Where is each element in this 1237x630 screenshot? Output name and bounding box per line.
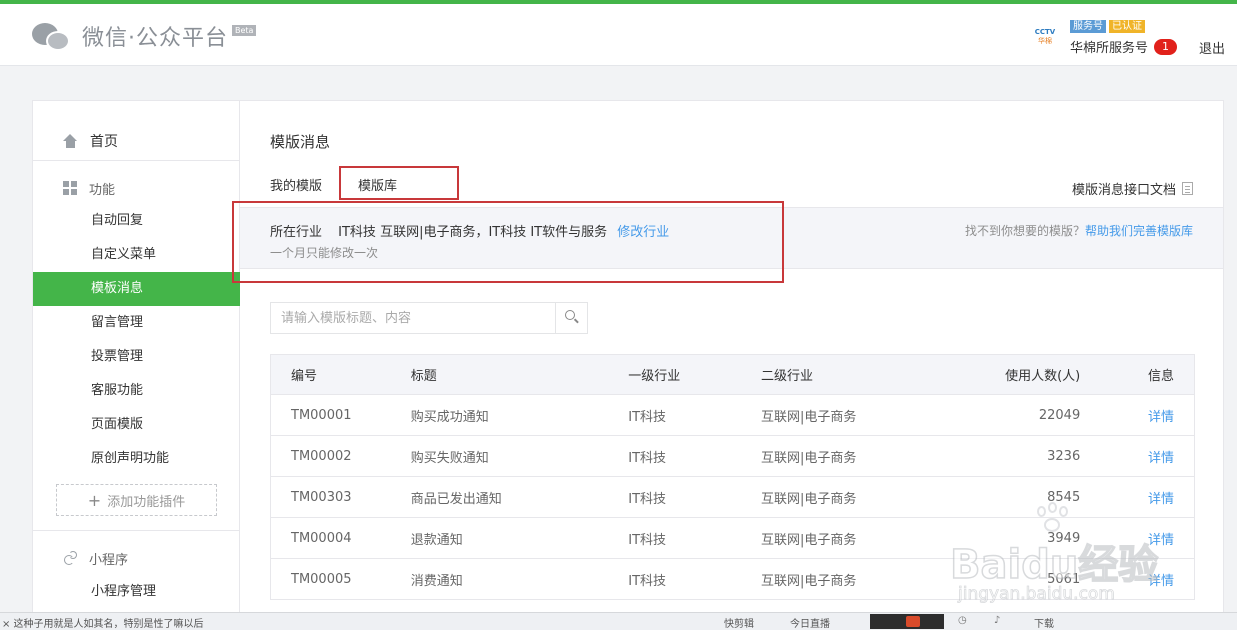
sidebar-item-miniprogram-management[interactable]: 小程序管理 [33, 575, 240, 609]
detail-link[interactable]: 详情 [1148, 533, 1174, 548]
template-id: TM00004 [291, 530, 352, 546]
sidebar-item-template-message[interactable]: 模板消息 [33, 272, 240, 306]
grid-icon [63, 181, 77, 195]
search-box [270, 302, 588, 334]
table-row: TM00303 商品已发出通知 IT科技 互联网|电子商务 8545 详情 [270, 477, 1195, 518]
home-icon [63, 133, 78, 148]
template-title: 消费通知 [410, 573, 463, 589]
content-area: 模版消息 我的模版 模版库 模版消息接口文档 所在行业 IT科技 互联网|电子商… [232, 101, 1223, 629]
industry-primary: IT科技 [628, 491, 667, 507]
tray-app-icon [906, 616, 920, 627]
help-text: 找不到你想要的模版？帮助我们完善模版库 [964, 224, 1193, 238]
sidebar-item-page-template[interactable]: 页面模版 [33, 408, 240, 442]
column-header: 一级行业 [628, 369, 681, 384]
sidebar-item-customer-service[interactable]: 客服功能 [33, 374, 240, 408]
column-header: 二级行业 [760, 369, 813, 384]
search-input[interactable] [271, 303, 555, 333]
user-count: 8545 [1047, 489, 1081, 505]
sidebar: 首页 功能 自动回复 自定义菜单 模板消息 留言管理 投票管理 客服功能 页面模… [33, 101, 240, 630]
industry-secondary: 互联网|电子商务 [760, 409, 857, 425]
account-info: 服务号 已认证 华棉所服务号 1 [1069, 20, 1177, 56]
main-panel: 首页 功能 自动回复 自定义菜单 模板消息 留言管理 投票管理 客服功能 页面模… [32, 100, 1224, 630]
table-header: 编号 标题 一级行业 二级行业 使用人数(人) 信息 [270, 354, 1195, 395]
table-row: TM00005 消费通知 IT科技 互联网|电子商务 5061 详情 [270, 559, 1195, 600]
sidebar-item-auto-reply[interactable]: 自动回复 [33, 204, 240, 238]
template-title: 购买成功通知 [410, 409, 489, 425]
column-header: 编号 [291, 369, 318, 384]
template-title: 商品已发出通知 [410, 491, 502, 507]
divider [33, 530, 240, 531]
table-row: TM00002 购买失败通知 IT科技 互联网|电子商务 3236 详情 [270, 436, 1195, 477]
improve-library-link[interactable]: 帮助我们完善模版库 [1085, 224, 1193, 238]
beta-badge: Beta [232, 24, 257, 36]
tray-icons[interactable]: ◷ ♪ [958, 615, 1012, 626]
download-button[interactable]: 下载 [1034, 615, 1054, 630]
api-doc-link[interactable]: 模版消息接口文档 [1072, 179, 1193, 198]
industry-primary: IT科技 [628, 532, 667, 548]
live-button[interactable]: 今日直播 [790, 615, 830, 630]
user-count: 3949 [1047, 530, 1081, 546]
template-id: TM00001 [291, 407, 352, 423]
page-title: 模版消息 [270, 133, 331, 151]
user-count: 5061 [1047, 571, 1081, 587]
table-row: TM00004 退款通知 IT科技 互联网|电子商务 3949 详情 [270, 518, 1195, 559]
column-header: 使用人数(人) [1005, 369, 1081, 384]
plus-icon: + [87, 490, 102, 510]
detail-link[interactable]: 详情 [1148, 451, 1174, 466]
template-id: TM00005 [291, 571, 352, 587]
user-count: 3236 [1047, 448, 1081, 464]
quick-clip-button[interactable]: 快剪辑 [724, 615, 754, 630]
industry-secondary: 互联网|电子商务 [760, 573, 857, 589]
brand-title: 微信·公众平台 [82, 26, 228, 51]
industry-secondary: 互联网|电子商务 [760, 450, 857, 466]
miniprogram-icon [63, 550, 77, 566]
wechat-icon [32, 21, 76, 51]
sidebar-item-label: 首页 [90, 133, 118, 150]
sidebar-section-miniprogram: 小程序 [33, 545, 240, 571]
sidebar-item-vote-management[interactable]: 投票管理 [33, 340, 240, 374]
tab-highlight-box [339, 166, 459, 200]
account-name[interactable]: 华棉所服务号 [1070, 37, 1148, 56]
industry-secondary: 互联网|电子商务 [760, 532, 857, 548]
account-type-badge: 服务号 [1069, 20, 1106, 33]
user-count: 22049 [1038, 407, 1081, 423]
logout-link[interactable]: 退出 [1199, 38, 1225, 57]
detail-link[interactable]: 详情 [1148, 492, 1174, 507]
table-row: TM00001 购买成功通知 IT科技 互联网|电子商务 22049 详情 [270, 395, 1195, 436]
taskbar: × 这种子用就是人如其名，特别是性了嘛以后 快剪辑 今日直播 ◷ ♪ 下载 [0, 612, 1237, 630]
industry-secondary: 互联网|电子商务 [760, 491, 857, 507]
add-plugin-button[interactable]: + 添加功能插件 [56, 484, 217, 516]
template-table: 编号 标题 一级行业 二级行业 使用人数(人) 信息 TM00001 购买成功通… [270, 354, 1195, 600]
template-title: 退款通知 [410, 532, 463, 548]
tab-my-templates[interactable]: 我的模版 [270, 175, 322, 199]
column-header: 标题 [410, 369, 437, 384]
industry-primary: IT科技 [628, 573, 667, 589]
sidebar-section-function: 功能 [33, 175, 240, 201]
sidebar-item-custom-menu[interactable]: 自定义菜单 [33, 238, 240, 272]
industry-highlight-box [232, 201, 784, 283]
verified-badge: 已认证 [1108, 20, 1145, 33]
sidebar-item-comment-management[interactable]: 留言管理 [33, 306, 240, 340]
header: 微信·公众平台 Beta CCTV 华棉 服务号 已认证 华棉所服务号 1 退出 [0, 4, 1237, 66]
document-icon [1182, 182, 1193, 195]
detail-link[interactable]: 详情 [1148, 410, 1174, 425]
search-icon[interactable] [555, 303, 587, 333]
account-area: CCTV 华棉 服务号 已认证 华棉所服务号 1 退出 [1030, 14, 1237, 62]
column-header: 信息 [1147, 369, 1174, 384]
account-avatar[interactable]: CCTV 华棉 [1030, 24, 1060, 52]
tray-area[interactable] [870, 614, 944, 629]
sidebar-item-original-declaration[interactable]: 原创声明功能 [33, 442, 240, 476]
template-id: TM00303 [291, 489, 352, 505]
industry-primary: IT科技 [628, 450, 667, 466]
sidebar-item-home[interactable]: 首页 [33, 121, 240, 161]
template-id: TM00002 [291, 448, 352, 464]
wechat-logo[interactable]: 微信·公众平台 Beta [32, 20, 257, 52]
taskbar-news-text[interactable]: × 这种子用就是人如其名，特别是性了嘛以后 [2, 615, 204, 630]
detail-link[interactable]: 详情 [1148, 574, 1174, 589]
industry-primary: IT科技 [628, 409, 667, 425]
notification-badge[interactable]: 1 [1153, 38, 1177, 55]
template-title: 购买失败通知 [410, 450, 489, 466]
